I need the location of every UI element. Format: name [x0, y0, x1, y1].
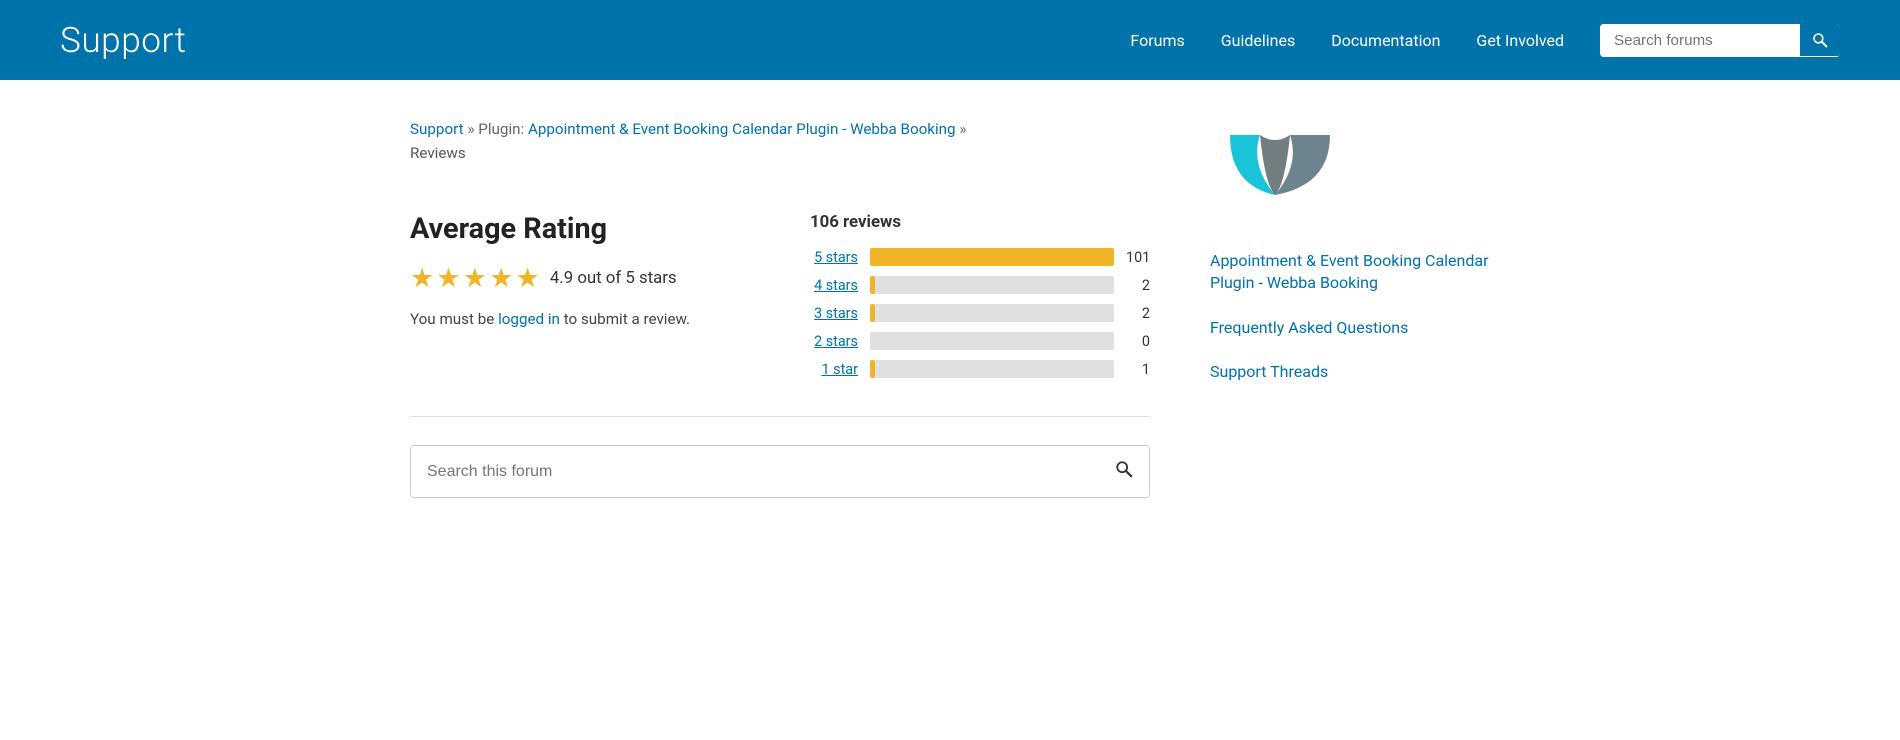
rating-label-0[interactable]: 5 stars — [810, 249, 858, 266]
bar-fill-0 — [870, 248, 1114, 266]
content-area: Support » Plugin: Appointment & Event Bo… — [350, 80, 1550, 538]
rating-bars: 5 stars 101 4 stars 2 3 stars 2 2 stars 0 1 star… — [810, 248, 1150, 378]
nav-forums[interactable]: Forums — [1130, 31, 1184, 50]
rating-count-0: 101 — [1126, 249, 1150, 266]
site-header: Support Forums Guidelines Documentation … — [0, 0, 1900, 80]
bar-fill-4 — [870, 360, 875, 378]
search-icon — [1115, 460, 1133, 478]
sidebar: Appointment & Event Booking Calendar Plu… — [1210, 120, 1490, 498]
stars-display: ★ ★ ★ ★ ★ — [410, 262, 540, 294]
sidebar-plugin-link[interactable]: Appointment & Event Booking Calendar Plu… — [1210, 250, 1490, 295]
sidebar-faq-link[interactable]: Frequently Asked Questions — [1210, 317, 1490, 339]
reviews-summary: 106 reviews 5 stars 101 4 stars 2 3 stars 2 2 … — [810, 202, 1150, 388]
rating-row: 4 stars 2 — [810, 276, 1150, 294]
breadcrumb-current: Reviews — [410, 144, 1150, 162]
bar-track-2 — [870, 304, 1114, 322]
rating-label-2[interactable]: 3 stars — [810, 305, 858, 322]
nav-documentation[interactable]: Documentation — [1331, 31, 1440, 50]
reviews-count: 106 reviews — [810, 212, 1150, 232]
bar-track-1 — [870, 276, 1114, 294]
main-nav: Forums Guidelines Documentation Get Invo… — [1130, 24, 1840, 57]
rating-label-1[interactable]: 4 stars — [810, 277, 858, 294]
bar-track-0 — [870, 248, 1114, 266]
plugin-logo — [1210, 120, 1350, 220]
login-prompt-prefix: You must be — [410, 310, 498, 328]
nav-get-involved[interactable]: Get Involved — [1476, 31, 1564, 50]
average-rating-section: Average Rating ★ ★ ★ ★ ★ 4.9 out of 5 st… — [410, 192, 750, 356]
search-icon — [1812, 32, 1828, 48]
header-search-button[interactable] — [1800, 24, 1840, 56]
login-link[interactable]: logged in — [498, 310, 560, 328]
forum-search-button[interactable] — [1099, 446, 1149, 497]
page-wrapper: Support » Plugin: Appointment & Event Bo… — [0, 80, 1900, 740]
rating-row: 2 stars 0 — [810, 332, 1150, 350]
breadcrumb-support-link[interactable]: Support — [410, 120, 464, 138]
breadcrumb-sep2: » — [956, 120, 967, 138]
forum-search-input[interactable] — [411, 449, 1099, 495]
average-rating-heading: Average Rating — [410, 212, 750, 246]
bar-fill-2 — [870, 304, 875, 322]
site-title: Support — [60, 19, 187, 61]
bar-track-3 — [870, 332, 1114, 350]
login-prompt-suffix: to submit a review. — [560, 310, 690, 328]
rating-row: 1 star 1 — [810, 360, 1150, 378]
rating-row: 5 stars 101 — [810, 248, 1150, 266]
rating-count-4: 1 — [1126, 361, 1150, 378]
rating-label-3[interactable]: 2 stars — [810, 333, 858, 350]
main-column: Support » Plugin: Appointment & Event Bo… — [410, 120, 1150, 498]
rating-label-4[interactable]: 1 star — [810, 361, 858, 378]
rating-count-3: 0 — [1126, 333, 1150, 350]
forum-search-wrapper — [410, 445, 1150, 498]
breadcrumb-sep1: » Plugin: — [464, 120, 528, 138]
header-search-input[interactable] — [1600, 24, 1800, 57]
stars-row: ★ ★ ★ ★ ★ 4.9 out of 5 stars — [410, 262, 750, 294]
nav-guidelines[interactable]: Guidelines — [1221, 31, 1295, 50]
header-search-wrapper — [1600, 24, 1840, 57]
logo-svg — [1220, 125, 1340, 215]
rating-count-1: 2 — [1126, 277, 1150, 294]
sidebar-support-link[interactable]: Support Threads — [1210, 361, 1490, 383]
breadcrumb-plugin-link[interactable]: Appointment & Event Booking Calendar Plu… — [528, 120, 956, 138]
star-3: ★ — [463, 262, 487, 294]
star-2: ★ — [436, 262, 460, 294]
star-5: ★ — [516, 262, 540, 294]
bar-fill-1 — [870, 276, 875, 294]
divider — [410, 416, 1150, 417]
bar-track-4 — [870, 360, 1114, 378]
breadcrumb: Support » Plugin: Appointment & Event Bo… — [410, 120, 1150, 138]
login-prompt: You must be logged in to submit a review… — [410, 310, 750, 328]
rating-text: 4.9 out of 5 stars — [550, 268, 677, 288]
star-1: ★ — [410, 262, 434, 294]
rating-count-2: 2 — [1126, 305, 1150, 322]
rating-row: 3 stars 2 — [810, 304, 1150, 322]
star-4: ★ — [489, 262, 513, 294]
